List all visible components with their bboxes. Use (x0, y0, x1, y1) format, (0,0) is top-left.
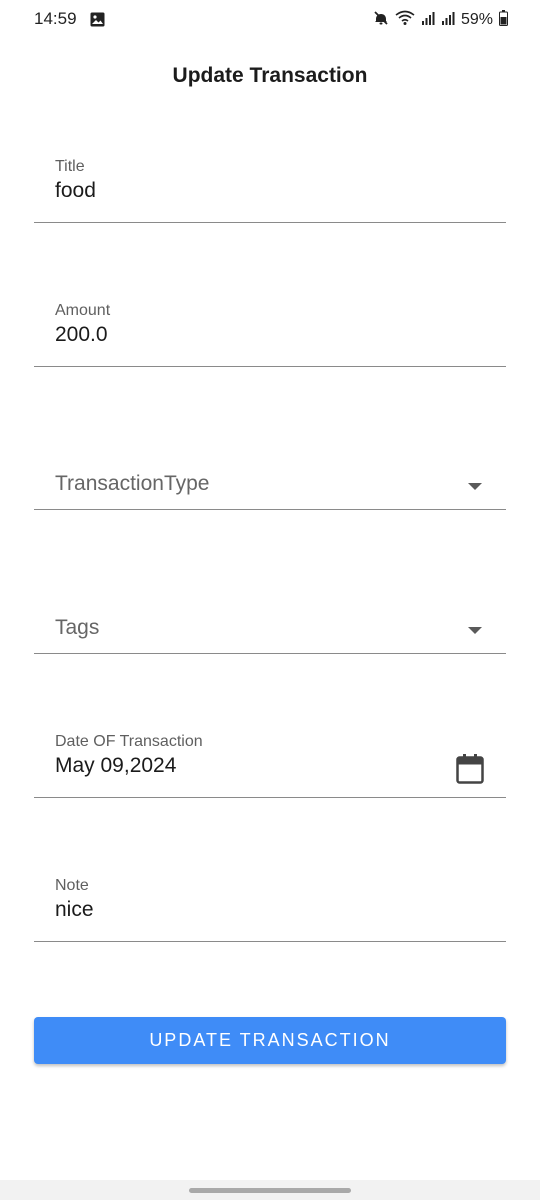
note-input[interactable]: nice (55, 898, 94, 922)
chevron-down-icon[interactable] (468, 483, 482, 490)
transaction-type-placeholder: TransactionType (55, 472, 210, 495)
amount-input[interactable]: 200.0 (55, 323, 108, 347)
status-bar: 14:59 59% (0, 0, 540, 40)
mute-icon (373, 10, 389, 31)
status-icons: 59% (373, 9, 508, 31)
signal-icon (441, 11, 455, 30)
gallery-icon (90, 12, 105, 32)
title-field[interactable]: Title food (34, 158, 506, 223)
date-field[interactable]: Date OF Transaction May 09,2024 (34, 733, 506, 798)
tags-dropdown[interactable]: Tags (34, 589, 506, 654)
calendar-icon[interactable] (456, 754, 484, 789)
navigation-bar (0, 1180, 540, 1200)
battery-percent: 59% (460, 11, 493, 28)
transaction-type-dropdown[interactable]: TransactionType (34, 445, 506, 510)
date-label: Date OF Transaction (55, 733, 203, 750)
signal-icon (421, 11, 435, 30)
amount-field[interactable]: Amount 200.0 (34, 302, 506, 367)
note-label: Note (55, 877, 89, 894)
date-input[interactable]: May 09,2024 (55, 754, 176, 778)
battery-icon (499, 9, 508, 31)
home-handle[interactable] (189, 1188, 351, 1193)
title-label: Title (55, 158, 85, 175)
chevron-down-icon[interactable] (468, 627, 482, 634)
page-title: Update Transaction (172, 64, 368, 87)
amount-label: Amount (55, 302, 111, 319)
note-field[interactable]: Note nice (34, 877, 506, 942)
status-time: 14:59 (34, 9, 77, 28)
tags-placeholder: Tags (55, 616, 100, 639)
wifi-icon (395, 10, 415, 31)
title-input[interactable]: food (55, 179, 96, 203)
update-transaction-button[interactable]: UPDATE TRANSACTION (34, 1017, 506, 1064)
